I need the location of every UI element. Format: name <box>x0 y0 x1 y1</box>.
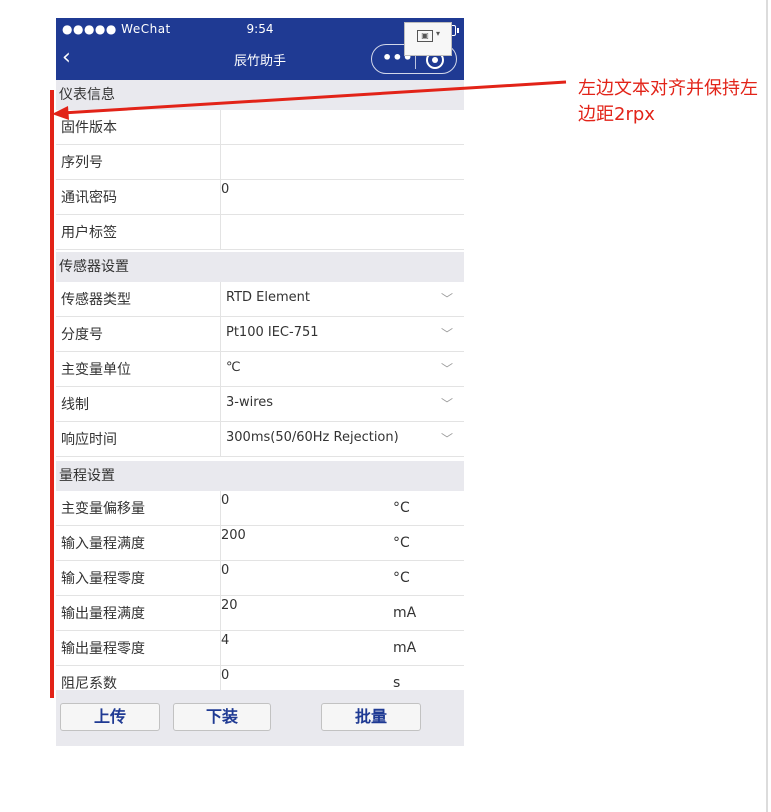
section-header-range: 量程设置 <box>56 461 464 491</box>
settings-form: 仪表信息 固件版本 序列号 通讯密码 0 用户标签 传感器设置 传感器类型 RT… <box>56 80 464 690</box>
row-firmware-version: 固件版本 <box>56 110 464 145</box>
row-serial-number: 序列号 <box>56 145 464 180</box>
section-header-sensor: 传感器设置 <box>56 252 464 282</box>
image-icon: ▣ <box>417 30 433 42</box>
chevron-down-icon[interactable]: ﹀ <box>441 360 453 377</box>
chevron-down-icon[interactable]: ﹀ <box>441 290 453 307</box>
row-offset: 主变量偏移量 0 °C <box>56 491 464 526</box>
navigation-bar: ●●●●● WeChat 9:54 ‹ 辰竹助手 ••• <box>56 18 464 80</box>
image-thumbnail-widget[interactable]: ▣ ▾ <box>404 22 452 56</box>
input-range-full-input[interactable]: 200 <box>221 528 246 543</box>
row-label: 输出量程零度 <box>61 641 145 657</box>
row-divider <box>220 352 221 387</box>
response-time-select[interactable]: 300ms(50/60Hz Rejection) <box>226 430 399 445</box>
row-input-range-zero: 输入量程零度 0 °C <box>56 561 464 596</box>
output-range-zero-input[interactable]: 4 <box>221 633 229 648</box>
row-primary-unit[interactable]: 主变量单位 ℃ ﹀ <box>56 352 464 387</box>
graduation-select[interactable]: Pt100 IEC-751 <box>226 325 319 340</box>
primary-unit-select[interactable]: ℃ <box>226 360 241 375</box>
row-label: 固件版本 <box>61 120 117 136</box>
row-user-tag: 用户标签 <box>56 215 464 250</box>
row-label: 用户标签 <box>61 225 117 241</box>
offset-input[interactable]: 0 <box>221 493 229 508</box>
batch-button[interactable]: 批量 <box>321 703 421 731</box>
section-header-instrument: 仪表信息 <box>56 80 464 110</box>
row-label: 传感器类型 <box>61 292 131 308</box>
row-wiring[interactable]: 线制 3-wires ﹀ <box>56 387 464 422</box>
output-range-full-input[interactable]: 20 <box>221 598 238 613</box>
damping-input[interactable]: 0 <box>221 668 229 683</box>
unit-label: mA <box>393 640 417 656</box>
row-label: 序列号 <box>61 155 103 171</box>
chevron-down-icon[interactable]: ﹀ <box>441 395 453 412</box>
row-divider <box>220 282 221 317</box>
download-button[interactable]: 下装 <box>173 703 271 731</box>
row-output-range-full: 输出量程满度 20 mA <box>56 596 464 631</box>
unit-label: °C <box>393 535 410 551</box>
row-comm-password: 通讯密码 0 <box>56 180 464 215</box>
row-label: 输出量程满度 <box>61 606 145 622</box>
dropdown-caret-icon: ▾ <box>436 29 441 38</box>
chevron-down-icon[interactable]: ﹀ <box>441 430 453 447</box>
sensor-type-select[interactable]: RTD Element <box>226 290 310 305</box>
row-label: 输入量程零度 <box>61 571 145 587</box>
unit-label: °C <box>393 500 410 516</box>
input-range-zero-input[interactable]: 0 <box>221 563 229 578</box>
status-bar: ●●●●● WeChat 9:54 <box>56 18 464 40</box>
row-label: 响应时间 <box>61 432 117 448</box>
phone-screen: ●●●●● WeChat 9:54 ‹ 辰竹助手 ••• ▣ ▾ 仪表信息 固件… <box>56 18 464 746</box>
row-damping: 阻尼系数 0 s <box>56 666 464 690</box>
chevron-down-icon[interactable]: ﹀ <box>441 325 453 342</box>
row-label: 分度号 <box>61 327 103 343</box>
upload-button[interactable]: 上传 <box>60 703 160 731</box>
row-label: 主变量单位 <box>61 362 131 378</box>
row-divider <box>220 422 221 457</box>
row-label: 输入量程满度 <box>61 536 145 552</box>
row-response-time[interactable]: 响应时间 300ms(50/60Hz Rejection) ﹀ <box>56 422 464 457</box>
unit-label: s <box>393 675 401 690</box>
annotation-vertical-line <box>50 90 54 698</box>
row-graduation[interactable]: 分度号 Pt100 IEC-751 ﹀ <box>56 317 464 352</box>
wiring-select[interactable]: 3-wires <box>226 395 273 410</box>
row-label: 线制 <box>61 397 89 413</box>
row-divider <box>220 145 221 180</box>
row-divider <box>220 317 221 352</box>
row-output-range-zero: 输出量程零度 4 mA <box>56 631 464 666</box>
unit-label: °C <box>393 570 410 586</box>
annotation-note: 左边文本对齐并保持左边距2rpx <box>578 78 758 125</box>
bottom-action-bar: 上传 下装 批量 <box>56 690 464 746</box>
row-sensor-type[interactable]: 传感器类型 RTD Element ﹀ <box>56 282 464 317</box>
row-label: 主变量偏移量 <box>61 501 145 517</box>
row-label: 阻尼系数 <box>61 676 117 690</box>
page-edge-line <box>766 0 768 812</box>
row-divider <box>220 215 221 250</box>
row-input-range-full: 输入量程满度 200 °C <box>56 526 464 561</box>
comm-password-input[interactable]: 0 <box>221 182 421 212</box>
status-time: 9:54 <box>246 22 274 36</box>
unit-label: mA <box>393 605 417 621</box>
row-divider <box>220 387 221 422</box>
row-label: 通讯密码 <box>61 190 117 206</box>
row-divider <box>220 110 221 145</box>
